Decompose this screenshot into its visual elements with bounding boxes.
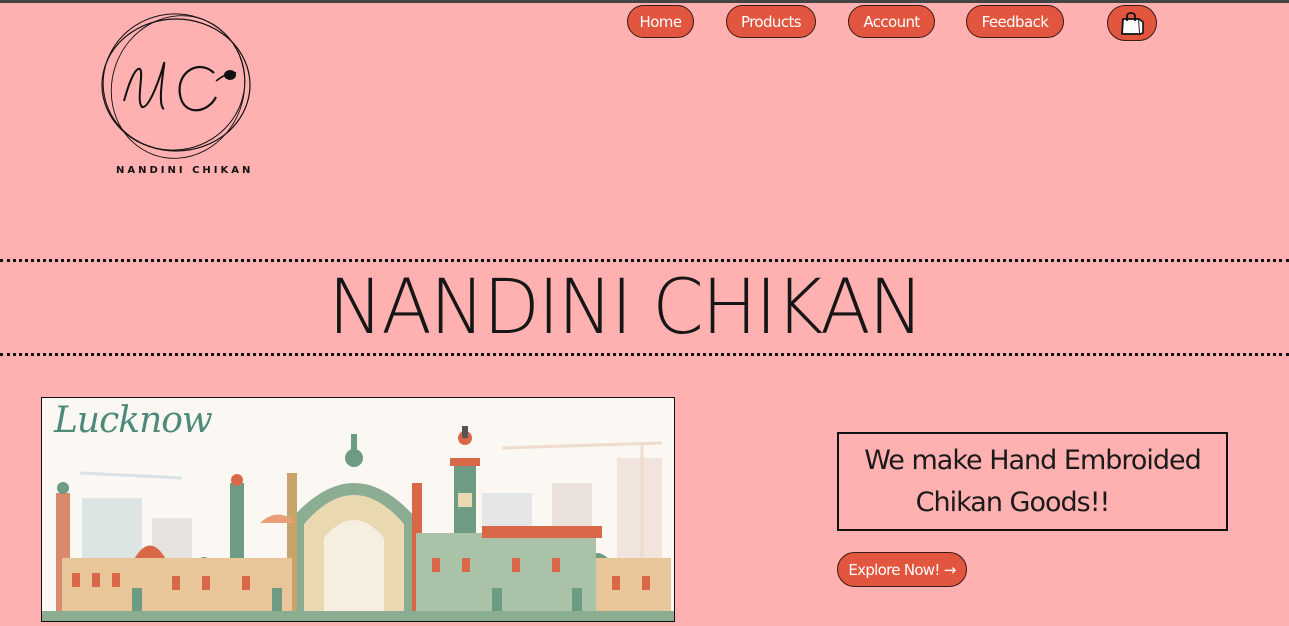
lucknow-banner-image: Lucknow <box>41 397 675 622</box>
logo-monogram-icon <box>101 13 251 159</box>
tagline-box: We make Hand Embroided Chikan Goods!! <box>837 432 1228 531</box>
cart-button[interactable] <box>1107 5 1157 41</box>
logo-text: NANDINI CHIKAN <box>116 165 254 176</box>
nav-home-button[interactable]: Home <box>627 5 694 38</box>
tagline-line-2: Chikan Goods!! <box>915 487 1111 518</box>
banner-word: Lucknow <box>54 400 213 441</box>
brand-logo[interactable]: NANDINI CHIKAN <box>96 9 266 179</box>
nav-account-button[interactable]: Account <box>848 5 935 38</box>
explore-now-button[interactable]: Explore Now! → <box>837 552 967 587</box>
hero-title: NANDINI CHIKAN <box>328 262 924 351</box>
dotted-divider-bottom <box>0 353 1289 356</box>
shopping-bag-icon <box>1121 12 1144 35</box>
tagline-line-1: We make Hand Embroided <box>864 445 1202 476</box>
tagline-text: We make Hand Embroided Chikan Goods!! <box>839 440 1226 524</box>
nav-products-button[interactable]: Products <box>726 5 816 38</box>
nav-feedback-button[interactable]: Feedback <box>966 5 1064 38</box>
